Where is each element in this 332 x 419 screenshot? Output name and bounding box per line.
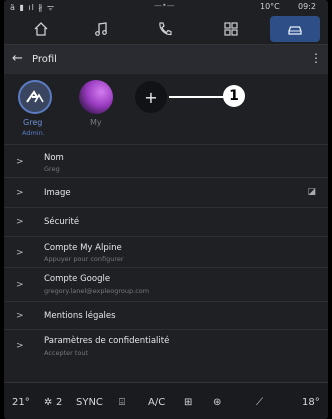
callout-line <box>169 96 225 98</box>
profile-role: Admin. <box>22 129 45 137</box>
page-title: Profil <box>32 54 57 65</box>
music-icon <box>95 22 107 36</box>
list-item-label: Sécurité <box>44 217 80 227</box>
phone-icon <box>159 22 172 36</box>
fan-speed: 2 <box>56 397 63 408</box>
chevron-right-icon: > <box>16 311 24 321</box>
chevron-right-icon: > <box>16 248 24 258</box>
car-icon <box>288 26 302 35</box>
list-item-mentions-legales[interactable]: > Mentions légales <box>4 301 328 329</box>
chevron-right-icon: > <box>16 280 24 290</box>
status-center-indicator: —•— <box>154 1 175 10</box>
profile-name: My <box>90 118 102 127</box>
list-item-securite[interactable]: > Sécurité <box>4 207 328 236</box>
rear-defrost-icon[interactable]: ⊞ <box>184 397 192 408</box>
profile-name: Greg <box>23 118 43 127</box>
windshield-defrost-icon[interactable]: ⌹ <box>119 397 125 408</box>
list-item-label: Nom <box>44 153 64 163</box>
seat-heat-icon[interactable]: ⟋ <box>256 397 263 408</box>
add-profile-button[interactable]: + <box>135 81 167 113</box>
avatar-greg[interactable] <box>18 80 52 114</box>
back-arrow-icon[interactable]: ← <box>12 51 23 66</box>
list-item-label: Image <box>44 188 71 198</box>
apps-icon <box>224 22 238 36</box>
temperature-left[interactable]: 21° <box>12 397 30 408</box>
climate-bar: 21° ✲ 2 SYNC ⌹ A/C ⊞ ⊛ ⟋ 18° <box>4 382 328 419</box>
top-navigation <box>4 14 328 44</box>
list-item-subtitle: Appuyer pour configurer <box>44 255 124 263</box>
nav-phone[interactable] <box>140 16 190 42</box>
home-icon <box>34 22 48 36</box>
list-item-nom[interactable]: > Nom Greg <box>4 144 328 177</box>
image-icon: ◪ <box>307 187 316 197</box>
chevron-right-icon: > <box>16 217 24 227</box>
more-options-icon[interactable]: ⋮ <box>310 51 322 65</box>
list-item-confidentialite[interactable]: > Paramètres de confidentialité Accepter… <box>4 329 328 362</box>
profiles-row: + Greg Admin. My 1 <box>4 74 328 144</box>
nav-apps[interactable] <box>206 16 256 42</box>
callout-number: 1 <box>223 85 245 107</box>
list-item-compte-my-alpine[interactable]: > Compte My Alpine Appuyer pour configur… <box>4 236 328 267</box>
clock: 09:2 <box>298 2 316 11</box>
avatar-my[interactable] <box>79 80 113 114</box>
status-icons: ä ▮ ıl ∦ ᯤ <box>10 3 56 12</box>
chevron-right-icon: > <box>16 341 24 351</box>
steering-wheel-heat-icon[interactable]: ⊛ <box>213 397 221 408</box>
chevron-right-icon: > <box>16 188 24 198</box>
list-item-subtitle: Greg <box>44 165 60 173</box>
temperature-right[interactable]: 18° <box>302 397 320 408</box>
ac-button[interactable]: A/C <box>148 397 165 408</box>
nav-music[interactable] <box>76 16 126 42</box>
profile-settings-list: > Nom Greg > Image ◪ > Sécurité > Compte… <box>4 144 328 362</box>
sync-button[interactable]: SYNC <box>76 397 103 408</box>
list-item-label: Compte Google <box>44 274 111 284</box>
chevron-right-icon: > <box>16 157 24 167</box>
list-item-compte-google[interactable]: > Compte Google gregory.lanel@expleogrou… <box>4 267 328 301</box>
alpine-logo-icon <box>26 90 44 103</box>
status-bar: ä ▮ ıl ∦ ᯤ —•— 10°C 09:2 <box>4 0 328 14</box>
list-item-label: Compte My Alpine <box>44 243 122 253</box>
nav-car[interactable] <box>270 16 320 42</box>
list-item-label: Mentions légales <box>44 311 116 321</box>
screen: ä ▮ ıl ∦ ᯤ —•— 10°C 09:2 ← Profil ⋮ + Gr… <box>4 0 328 419</box>
list-item-subtitle: Accepter tout <box>44 349 89 357</box>
outside-temperature: 10°C <box>260 2 280 11</box>
list-item-image[interactable]: > Image ◪ <box>4 177 328 207</box>
list-item-subtitle: gregory.lanel@expleogroup.com <box>44 287 150 295</box>
page-header: ← Profil ⋮ <box>4 44 328 74</box>
nav-home[interactable] <box>16 16 66 42</box>
list-item-label: Paramètres de confidentialité <box>44 336 170 346</box>
fan-icon[interactable]: ✲ <box>44 397 52 408</box>
